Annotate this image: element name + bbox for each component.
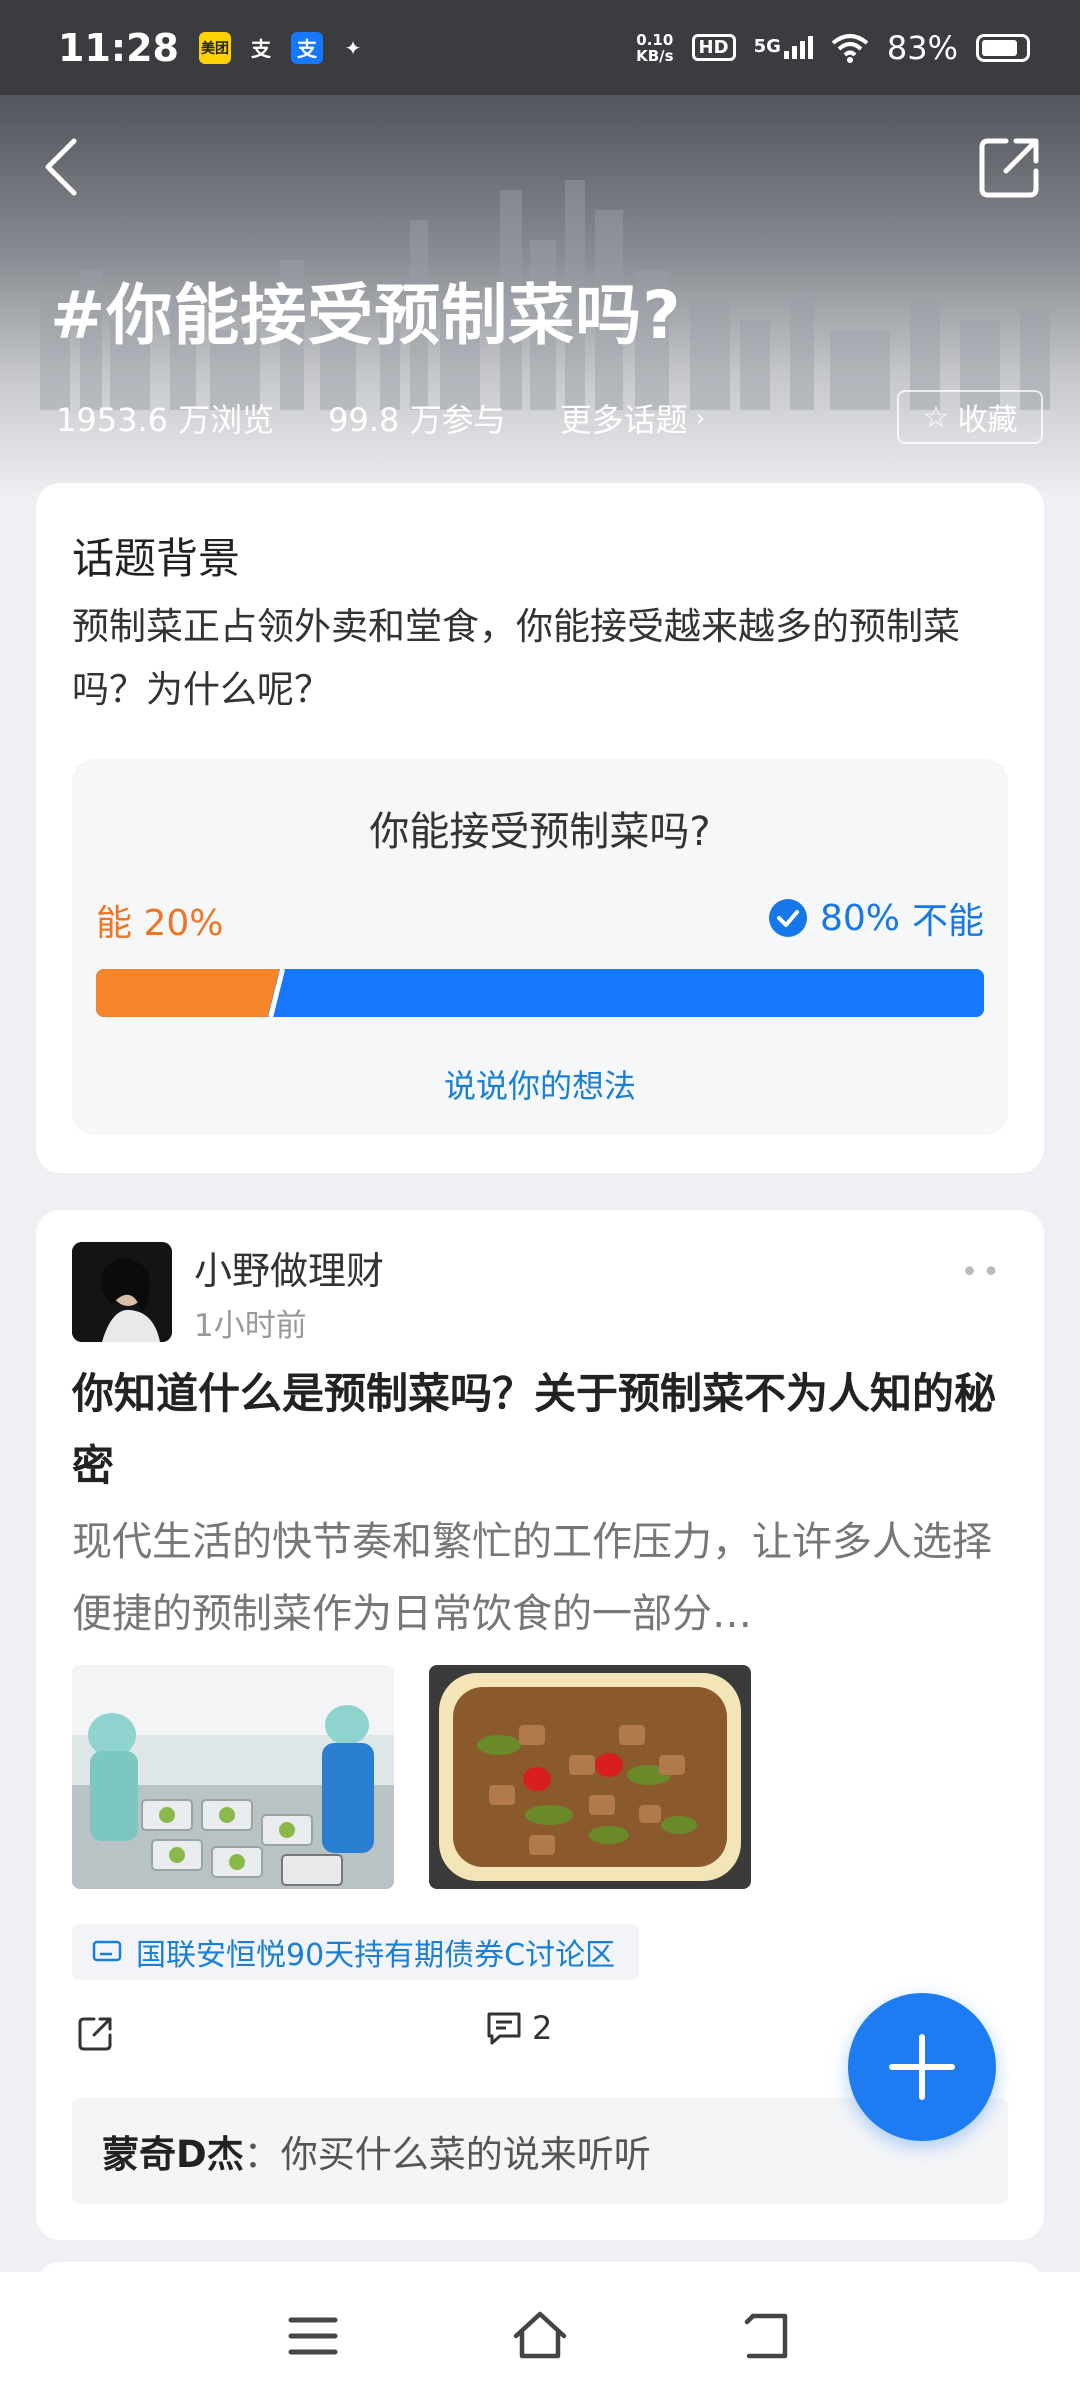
topic-title: #你能接受预制菜吗? (50, 277, 682, 354)
poll-option-yes[interactable]: 能 20% (96, 894, 223, 946)
share-thoughts-link[interactable]: 说说你的想法 (72, 1061, 1008, 1107)
post-image-dish[interactable] (429, 1665, 751, 1889)
comment-author[interactable]: 蒙奇D杰 (102, 2124, 244, 2178)
meituan-icon: 美团 (198, 31, 231, 64)
home-icon[interactable] (510, 2306, 570, 2366)
share-post-icon[interactable] (76, 2013, 116, 2053)
post-image-factory[interactable] (72, 1665, 394, 1889)
back-icon[interactable] (737, 2306, 797, 2366)
poll-widget: 你能接受预制菜吗? 能 20% 80% 不能 说说你的想法 (72, 759, 1008, 1135)
status-app-icons: 美团 支 支 ✦ (198, 31, 369, 64)
poll-question: 你能接受预制菜吗? (369, 809, 711, 855)
poll-bar-yes (96, 969, 280, 1017)
more-options-icon[interactable]: •• (961, 1255, 1004, 1290)
poll-option-yes-percent: 20% (143, 903, 224, 944)
check-circle-icon (768, 899, 807, 937)
poll-option-no-percent: 80% (819, 897, 900, 939)
poll-option-no-label: 不能 (911, 901, 984, 942)
leaf-icon: ✦ (344, 35, 362, 60)
participant-count: 99.8 万参与 (328, 401, 506, 439)
more-topics-link[interactable]: 更多话题 › (560, 395, 706, 441)
status-time: 11:28 (58, 25, 179, 70)
post-time: 1小时前 (194, 1308, 307, 1344)
post-excerpt[interactable]: 现代生活的快节奏和繁忙的工作压力，让许多人选择便捷的预制菜作为日常饮食的一部分… (72, 1506, 1012, 1650)
battery-percent: 83% (886, 28, 958, 67)
more-topics-label: 更多话题 (559, 401, 688, 439)
system-navigation-bar (0, 2272, 1080, 2400)
status-indicators: 0.10 KB/s HD 5G 83% (636, 29, 1030, 67)
share-icon[interactable] (976, 135, 1042, 201)
comment-button[interactable]: 2 (484, 2008, 552, 2048)
favorite-button[interactable]: ☆ 收藏 (897, 390, 1043, 444)
comment-text: 你买什么菜的说来听听 (280, 2133, 651, 2176)
network-type: 5G (753, 36, 781, 57)
favorite-label: 收藏 (957, 403, 1018, 438)
plus-icon (889, 2034, 955, 2100)
topic-stats: 1953.6 万浏览 99.8 万参与 更多话题 › (56, 395, 705, 441)
background-description: 预制菜正占领外卖和堂食，你能接受越来越多的预制菜吗？为什么呢？ (72, 605, 960, 711)
page: 11:28 美团 支 支 ✦ 0.10 KB/s HD 5G 83% #你能接受… (0, 0, 1080, 2400)
view-count: 1953.6 万浏览 (56, 401, 275, 439)
post-title[interactable]: 你知道什么是预制菜吗？关于预制菜不为人知的秘密 (72, 1358, 1012, 1502)
wifi-icon (831, 33, 869, 63)
alipay-icon: 支 (290, 31, 323, 64)
author-avatar[interactable] (72, 1242, 172, 1342)
network-speed: 0.10 KB/s (636, 30, 674, 65)
chat-box-icon (92, 1940, 122, 1962)
battery-level (982, 39, 1017, 56)
poll-option-no[interactable]: 80% 不能 (768, 892, 984, 944)
comment-separator: ： (243, 2133, 281, 2176)
battery-icon (976, 33, 1030, 62)
chevron-right-icon: › (695, 404, 706, 432)
comment-count: 2 (532, 2009, 553, 2047)
poll-result-bar (96, 969, 984, 1017)
comment-icon (487, 2012, 521, 2045)
background-title: 话题背景 (72, 534, 241, 583)
topic-background-card: 话题背景 预制菜正占领外卖和堂食，你能接受越来越多的预制菜吗？为什么呢？ 你能接… (36, 483, 1044, 1173)
alipay-icon: 支 (250, 37, 271, 61)
author-name[interactable]: 小野做理财 (194, 1240, 384, 1295)
back-arrow-icon[interactable] (38, 135, 88, 199)
poll-option-yes-label: 能 (96, 903, 133, 944)
discussion-tag-chip[interactable]: 国联安恒悦90天持有期债券C讨论区 (72, 1924, 640, 1980)
menu-icon[interactable] (283, 2306, 343, 2366)
status-bar: 11:28 美团 支 支 ✦ 0.10 KB/s HD 5G 83% (0, 0, 1080, 95)
discussion-tag-label: 国联安恒悦90天持有期债券C讨论区 (136, 1938, 616, 1973)
hd-icon: HD (691, 34, 736, 61)
create-post-button[interactable] (848, 1993, 996, 2141)
signal-icon: 5G (754, 36, 813, 59)
star-icon: ☆ (922, 399, 950, 435)
